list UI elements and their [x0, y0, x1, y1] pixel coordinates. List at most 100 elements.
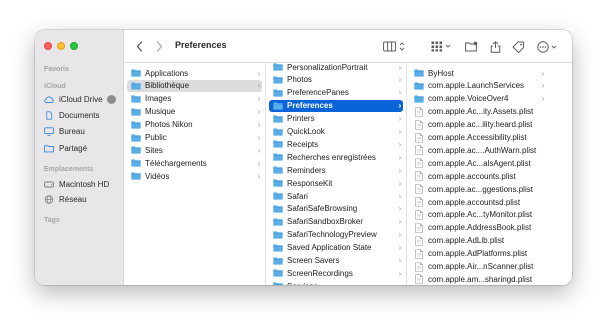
forward-button[interactable]: [152, 30, 166, 63]
cloud-icon: [44, 95, 54, 104]
folder-item[interactable]: Saved Application State ›: [269, 242, 403, 254]
folder-item[interactable]: SafariSafeBrowsing ›: [269, 203, 403, 215]
file-item[interactable]: com.apple.Ac...ity.Assets.plist: [410, 106, 546, 118]
file-item[interactable]: com.apple.ac...ggestions.plist: [410, 183, 546, 195]
file-icon: [415, 222, 423, 233]
item-label: ByHost: [428, 68, 454, 78]
sidebar-item-icloud-drive[interactable]: iCloud Drive: [44, 93, 119, 105]
folder-item[interactable]: Services›: [269, 280, 403, 285]
folder-icon: [131, 108, 141, 116]
folder-icon: [273, 256, 283, 265]
column-2[interactable]: PersonalizationPortrait › Photos › Preferenc…: [266, 63, 407, 285]
folder-item[interactable]: Sites ›: [127, 144, 262, 156]
folder-item[interactable]: Musique ›: [127, 106, 262, 118]
file-item[interactable]: com.apple.AddressBook.plist: [410, 222, 546, 234]
folder-item[interactable]: com.apple.VoiceOver4 ›: [410, 93, 546, 105]
close-button[interactable]: [44, 42, 52, 50]
folder-item[interactable]: SafariTechnologyPreview ›: [269, 229, 403, 241]
chevron-left-icon: [136, 41, 142, 52]
sidebar-heading-icloud: iCloud: [44, 83, 66, 90]
chevron-right-icon: ›: [398, 114, 402, 124]
action-button[interactable]: [536, 30, 560, 63]
sidebar-item-reseau[interactable]: Réseau: [44, 193, 119, 205]
file-item[interactable]: com.apple.AdLib.plist: [410, 235, 546, 247]
item-label: com.apple.Ac...tyMonitor.plist: [428, 210, 533, 220]
folder-icon: [273, 76, 283, 84]
item-label: Applications: [145, 68, 189, 78]
folder-item[interactable]: com.apple.LaunchServices ›: [410, 80, 546, 92]
file-item[interactable]: com.apple.Ac...alsAgent.plist: [410, 157, 546, 169]
folder-item[interactable]: Images ›: [127, 93, 262, 105]
column-3[interactable]: ByHost › com.apple.LaunchServices › com.appl…: [407, 63, 549, 285]
item-label: com.apple.Ac...ity.Assets.plist: [428, 107, 534, 117]
item-label: Services: [287, 282, 397, 285]
disk-icon: [44, 180, 54, 189]
folder-icon: [414, 69, 424, 77]
folder-icon: [131, 120, 141, 129]
folder-icon: [131, 146, 141, 154]
item-label: Screen Savers: [287, 256, 340, 265]
folder-item[interactable]: Applications ›: [127, 67, 262, 79]
folder-item[interactable]: PreferencePanes ›: [269, 87, 403, 99]
sidebar-item-bureau[interactable]: Bureau: [44, 125, 119, 137]
sidebar-heading-emplacements: Emplacements: [44, 166, 94, 173]
folder-item[interactable]: Receipts ›: [269, 138, 403, 150]
sidebar-item-partage[interactable]: Partagé: [44, 142, 119, 154]
folder-item[interactable]: ScreenRecordings ›: [269, 267, 403, 279]
file-item[interactable]: com.apple.AdPlatforms.plist: [410, 248, 546, 260]
folder-item[interactable]: Photos ›: [269, 74, 403, 86]
view-columns-button[interactable]: [382, 30, 408, 63]
file-item[interactable]: com.apple.am...sharingd.plist: [410, 273, 546, 285]
column-1[interactable]: Applications › Bibliothèque › Images › Musique…: [124, 63, 266, 285]
folder-item[interactable]: Printers ›: [269, 113, 403, 125]
network-icon: [44, 194, 54, 204]
sidebar-item-label: Bureau: [59, 126, 85, 136]
file-item[interactable]: com.apple.accountsd.plist: [410, 196, 546, 208]
folder-icon: [273, 102, 283, 110]
folder-item[interactable]: PersonalizationPortrait ›: [269, 63, 403, 73]
chevron-right-icon: ›: [398, 139, 402, 149]
zoom-button[interactable]: [70, 42, 78, 50]
tag-button[interactable]: [510, 30, 526, 63]
folder-item[interactable]: Bibliothèque ›: [127, 79, 262, 92]
folder-item[interactable]: Vidéos ›: [127, 170, 262, 182]
folder-item[interactable]: Recherches enregistrées ›: [269, 151, 403, 163]
folder-icon: [131, 133, 141, 142]
folder-item[interactable]: Safari ›: [269, 190, 403, 202]
folder-item[interactable]: SafariSandboxBroker ›: [269, 216, 403, 228]
file-icon: [415, 132, 423, 143]
item-label: PreferencePanes: [287, 88, 349, 98]
chevron-right-icon: ›: [398, 101, 402, 111]
folder-item[interactable]: Reminders ›: [269, 164, 403, 176]
folder-item[interactable]: ByHost ›: [410, 67, 546, 79]
share-button[interactable]: [488, 30, 502, 63]
file-item[interactable]: com.apple.accounts.plist: [410, 170, 546, 182]
file-icon: [415, 119, 423, 130]
folder-item[interactable]: Photos Nikon ›: [127, 119, 262, 131]
sidebar-item-label: Macintosh HD: [59, 179, 110, 189]
file-item[interactable]: com.apple.Accessibility.plist: [410, 132, 546, 144]
sidebar-heading-favoris: Favoris: [44, 66, 69, 73]
minimize-button[interactable]: [57, 42, 65, 50]
folder-item[interactable]: Preferences ›: [269, 99, 403, 112]
chevron-right-icon: ›: [398, 75, 402, 85]
sidebar-item-macintosh-hd[interactable]: Macintosh HD: [44, 178, 119, 190]
item-label: Musique: [145, 107, 176, 117]
folder-item[interactable]: ResponseKit ›: [269, 177, 403, 189]
item-label: com.apple.AdPlatforms.plist: [428, 249, 528, 259]
sidebar-item-documents[interactable]: Documents: [44, 109, 119, 121]
new-folder-button[interactable]: [464, 30, 478, 63]
folder-item[interactable]: QuickLook ›: [269, 126, 403, 138]
group-button[interactable]: [430, 30, 454, 63]
chevron-right-icon: ›: [257, 158, 261, 168]
file-item[interactable]: com.apple.ac....AuthWarn.plist: [410, 144, 546, 156]
back-button[interactable]: [132, 30, 146, 63]
folder-item[interactable]: Téléchargements ›: [127, 157, 262, 169]
file-item[interactable]: com.apple.Air...nScanner.plist: [410, 261, 546, 273]
chevron-right-icon: ›: [257, 68, 261, 78]
file-item[interactable]: com.apple.ac...ility.heard.plist: [410, 119, 546, 131]
file-item[interactable]: com.apple.Ac...tyMonitor.plist: [410, 209, 546, 221]
folder-item[interactable]: Screen Savers ›: [269, 255, 403, 267]
folder-item[interactable]: Public ›: [127, 132, 262, 144]
file-icon: [415, 248, 423, 259]
